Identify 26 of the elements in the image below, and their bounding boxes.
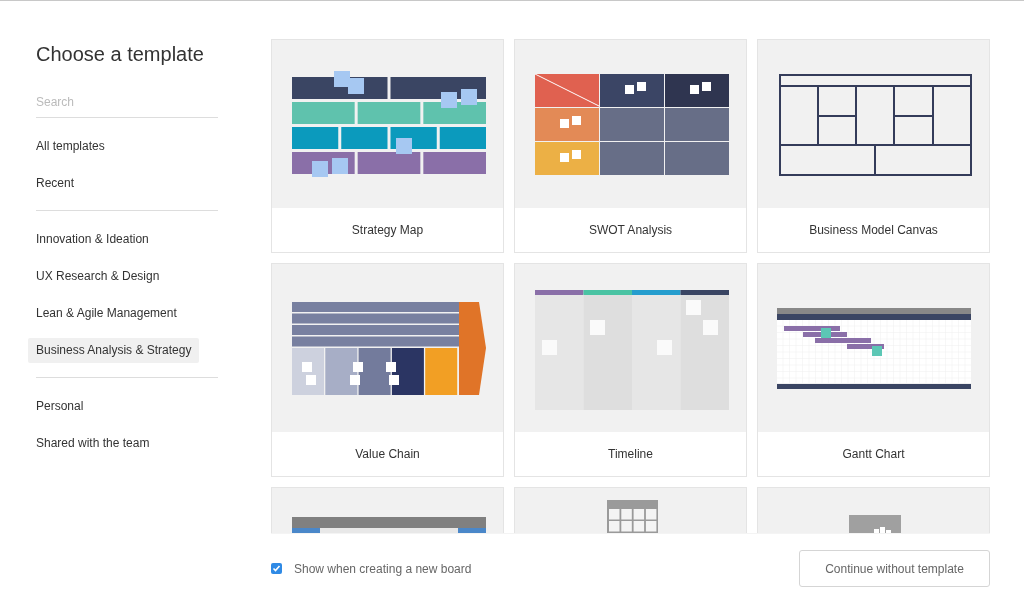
nav-item[interactable]: Business Analysis & Strategy bbox=[28, 338, 200, 363]
template-card[interactable]: SWOT Analysis bbox=[514, 39, 747, 253]
checkbox-label: Show when creating a new board bbox=[294, 560, 472, 578]
template-name: Business Model Canvas bbox=[809, 222, 938, 239]
template-name: Timeline bbox=[608, 446, 653, 463]
continue-button[interactable]: Continue without template bbox=[799, 550, 990, 587]
template-name: Gantt Chart bbox=[842, 446, 905, 463]
dialog-title: Choose a template bbox=[35, 42, 205, 67]
template-name: Value Chain bbox=[355, 446, 420, 463]
nav-item[interactable]: Recent bbox=[28, 171, 83, 196]
nav-item[interactable]: Personal bbox=[28, 394, 92, 419]
template-card[interactable]: Strategy Map bbox=[271, 39, 504, 253]
template-name: Strategy Map bbox=[351, 222, 424, 239]
template-card[interactable]: Timeline bbox=[514, 263, 747, 477]
template-card[interactable]: Business Model Canvas bbox=[757, 39, 990, 253]
nav-item[interactable]: All templates bbox=[28, 134, 113, 159]
nav-item[interactable]: Lean & Agile Management bbox=[28, 301, 185, 326]
nav-item[interactable]: Shared with the team bbox=[28, 431, 158, 456]
nav-item[interactable]: UX Research & Design bbox=[28, 264, 168, 289]
template-name: SWOT Analysis bbox=[588, 222, 673, 239]
checkbox[interactable] bbox=[271, 563, 282, 574]
template-card[interactable]: Gantt Chart bbox=[757, 263, 990, 477]
search-field[interactable]: Search bbox=[36, 93, 218, 118]
nav-item[interactable]: Innovation & Ideation bbox=[28, 227, 157, 252]
check-icon bbox=[272, 564, 281, 573]
template-card[interactable]: Value Chain bbox=[271, 263, 504, 477]
